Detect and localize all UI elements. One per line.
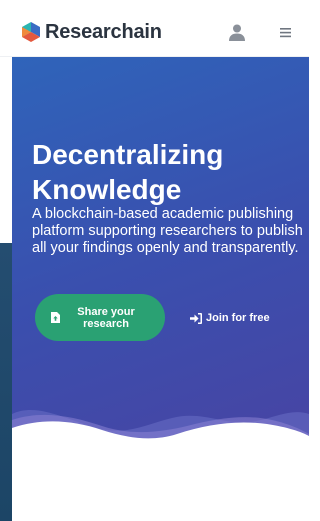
upload-file-icon	[51, 312, 60, 323]
user-icon[interactable]	[229, 24, 245, 41]
top-navbar: Researchain	[0, 0, 309, 57]
hero-subtitle: A blockchain-based academic publishing p…	[32, 206, 303, 256]
background-strip	[0, 243, 12, 521]
share-research-button[interactable]: Share your research	[35, 294, 165, 341]
share-research-label: Share your research	[77, 306, 135, 330]
join-for-free-label: Join for free	[206, 312, 270, 324]
join-for-free-link[interactable]: Join for free	[190, 311, 270, 325]
sign-in-icon	[190, 312, 202, 324]
brand-name[interactable]: Researchain	[45, 19, 162, 45]
hamburger-menu-icon[interactable]	[280, 27, 291, 38]
hero-wave-decoration	[12, 409, 309, 521]
researchain-logo-icon[interactable]	[22, 22, 40, 42]
hero-section: Decentralizing Knowledge A blockchain-ba…	[12, 57, 309, 521]
hero-title: Decentralizing Knowledge	[32, 139, 224, 205]
